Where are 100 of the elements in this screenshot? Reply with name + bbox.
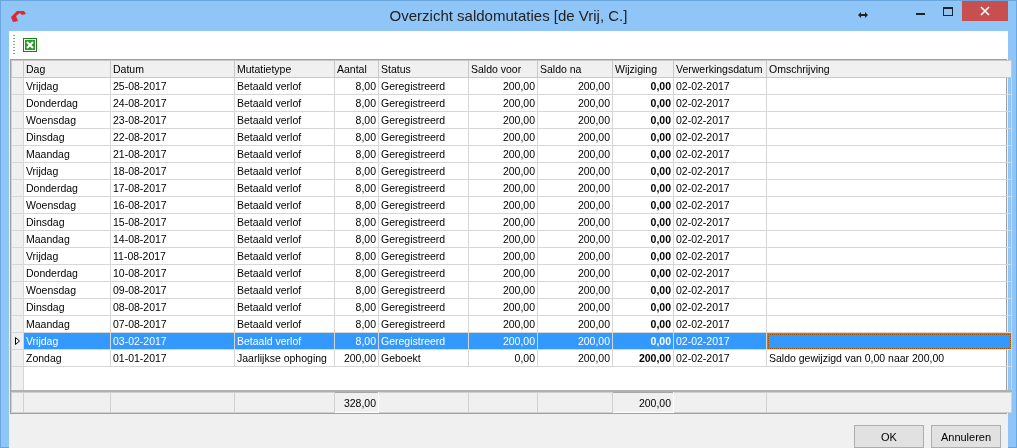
table-cell: 01-01-2017 bbox=[113, 352, 167, 364]
table-row[interactable]: Dinsdag 22-08-2017 Betaald verlof 8,00 Geregistreerd 200,00 200,00 0,00 02-02-2017 bbox=[11, 128, 1012, 146]
close-icon bbox=[980, 6, 990, 16]
table-cell: 02-02-2017 bbox=[676, 97, 730, 109]
table-cell: 0,00 bbox=[650, 131, 671, 143]
table-cell: 8,00 bbox=[355, 97, 376, 109]
table-cell: 8,00 bbox=[355, 131, 376, 143]
table-row[interactable]: Maandag 21-08-2017 Betaald verlof 8,00 Geregistreerd 200,00 200,00 0,00 02-02-2017 bbox=[11, 145, 1012, 163]
table-cell: Geregistreerd bbox=[381, 165, 446, 177]
table-cell: 8,00 bbox=[355, 284, 376, 296]
table-cell: 02-02-2017 bbox=[676, 114, 730, 126]
table-cell: Betaald verlof bbox=[237, 335, 302, 347]
table-cell: 02-02-2017 bbox=[676, 301, 730, 313]
table-cell: 200,00 bbox=[638, 352, 671, 364]
table-cell: Geregistreerd bbox=[381, 335, 446, 347]
column-header[interactable]: Saldo voor bbox=[468, 60, 538, 78]
table-cell: 200,00 bbox=[502, 148, 535, 160]
table-row[interactable]: Dinsdag 15-08-2017 Betaald verlof 8,00 Geregistreerd 200,00 200,00 0,00 02-02-2017 bbox=[11, 213, 1012, 231]
column-header[interactable]: Omschrijving bbox=[766, 60, 1012, 78]
table-cell: Betaald verlof bbox=[237, 80, 302, 92]
table-row[interactable]: Maandag 14-08-2017 Betaald verlof 8,00 Geregistreerd 200,00 200,00 0,00 02-02-2017 bbox=[11, 230, 1012, 248]
table-cell: 0,00 bbox=[650, 80, 671, 92]
table-cell: 0,00 bbox=[650, 165, 671, 177]
dialog-button[interactable]: Annuleren bbox=[931, 425, 1001, 448]
column-header[interactable]: Saldo na bbox=[537, 60, 613, 78]
dialog-button[interactable]: OK bbox=[854, 425, 924, 448]
table-cell: Geregistreerd bbox=[381, 250, 446, 262]
table-cell: 200,00 bbox=[577, 199, 610, 211]
table-cell: Geregistreerd bbox=[381, 80, 446, 92]
table-cell: 02-02-2017 bbox=[676, 335, 730, 347]
table-cell: 200,00 bbox=[502, 97, 535, 109]
table-cell: 200,00 bbox=[502, 233, 535, 245]
table-cell: 200,00 bbox=[577, 131, 610, 143]
table-cell: Maandag bbox=[26, 233, 70, 245]
table-cell: Betaald verlof bbox=[237, 233, 302, 245]
table-row[interactable]: Vrijdag 25-08-2017 Betaald verlof 8,00 Geregistreerd 200,00 200,00 0,00 02-02-2017 bbox=[11, 77, 1012, 95]
table-cell: 200,00 bbox=[502, 318, 535, 330]
table-cell: Betaald verlof bbox=[237, 114, 302, 126]
resize-arrows-icon[interactable] bbox=[858, 12, 868, 18]
table-cell: Betaald verlof bbox=[237, 250, 302, 262]
table-cell: 200,00 bbox=[577, 216, 610, 228]
table-row[interactable]: Zondag 01-01-2017 Jaarlijkse ophoging 200,00 Geboekt 0,00 200,00 200,00 02-02-2017 Saldo gewijzigd van 0,00 naar 200,00 bbox=[11, 349, 1012, 367]
table-cell: 23-08-2017 bbox=[113, 114, 167, 126]
table-row[interactable]: Donderdag 10-08-2017 Betaald verlof 8,00 Geregistreerd 200,00 200,00 0,00 02-02-2017 bbox=[11, 264, 1012, 282]
table-cell: 200,00 bbox=[502, 250, 535, 262]
table-row[interactable]: Woensdag 23-08-2017 Betaald verlof 8,00 Geregistreerd 200,00 200,00 0,00 02-02-2017 bbox=[11, 111, 1012, 129]
table-cell: 8,00 bbox=[355, 80, 376, 92]
table-cell: Dinsdag bbox=[26, 131, 65, 143]
table-cell: Donderdag bbox=[26, 182, 78, 194]
table-cell: 02-02-2017 bbox=[676, 233, 730, 245]
spreadsheet-export-icon[interactable] bbox=[23, 38, 37, 52]
column-header[interactable]: Dag bbox=[23, 60, 111, 78]
table-cell: 200,00 bbox=[343, 352, 376, 364]
table-row[interactable]: Donderdag 24-08-2017 Betaald verlof 8,00 Geregistreerd 200,00 200,00 0,00 02-02-2017 bbox=[11, 94, 1012, 112]
table-cell: Geregistreerd bbox=[381, 97, 446, 109]
table-row[interactable]: Woensdag 16-08-2017 Betaald verlof 8,00 Geregistreerd 200,00 200,00 0,00 02-02-2017 bbox=[11, 196, 1012, 214]
table-row[interactable]: Dinsdag 08-08-2017 Betaald verlof 8,00 Geregistreerd 200,00 200,00 0,00 02-02-2017 bbox=[11, 298, 1012, 316]
table-cell: 8,00 bbox=[355, 182, 376, 194]
table-cell: 02-02-2017 bbox=[676, 199, 730, 211]
table-cell: 200,00 bbox=[502, 301, 535, 313]
table-cell: 8,00 bbox=[355, 233, 376, 245]
column-header[interactable]: Datum bbox=[110, 60, 235, 78]
column-header[interactable]: Verwerkingsdatum bbox=[673, 60, 767, 78]
table-cell: 07-08-2017 bbox=[113, 318, 167, 330]
table-cell: 200,00 bbox=[577, 267, 610, 279]
table-cell: Geregistreerd bbox=[381, 148, 446, 160]
table-cell: 02-02-2017 bbox=[676, 318, 730, 330]
table-row[interactable]: Donderdag 17-08-2017 Betaald verlof 8,00 Geregistreerd 200,00 200,00 0,00 02-02-2017 bbox=[11, 179, 1012, 197]
table-cell: 22-08-2017 bbox=[113, 131, 167, 143]
table-cell: Zondag bbox=[26, 352, 62, 364]
table-row[interactable]: Woensdag 09-08-2017 Betaald verlof 8,00 Geregistreerd 200,00 200,00 0,00 02-02-2017 bbox=[11, 281, 1012, 299]
table-cell: 09-08-2017 bbox=[113, 284, 167, 296]
table-cell: 0,00 bbox=[650, 267, 671, 279]
table-cell: Vrijdag bbox=[26, 335, 59, 347]
table-cell: 0,00 bbox=[650, 199, 671, 211]
table-row[interactable]: Vrijdag 18-08-2017 Betaald verlof 8,00 Geregistreerd 200,00 200,00 0,00 02-02-2017 bbox=[11, 162, 1012, 180]
table-cell: Betaald verlof bbox=[237, 165, 302, 177]
table-cell: Betaald verlof bbox=[237, 267, 302, 279]
table-cell: Maandag bbox=[26, 148, 70, 160]
table-cell: Saldo gewijzigd van 0,00 naar 200,00 bbox=[769, 352, 945, 364]
table-cell: Geregistreerd bbox=[381, 182, 446, 194]
table-cell: 200,00 bbox=[577, 114, 610, 126]
table-cell: 200,00 bbox=[502, 199, 535, 211]
table-row[interactable]: Maandag 07-08-2017 Betaald verlof 8,00 Geregistreerd 200,00 200,00 0,00 02-02-2017 bbox=[11, 315, 1012, 333]
column-header[interactable]: Status bbox=[378, 60, 469, 78]
table-cell: 0,00 bbox=[650, 233, 671, 245]
column-header[interactable]: Mutatietype bbox=[234, 60, 335, 78]
table-cell: 200,00 bbox=[577, 233, 610, 245]
table-cell: 200,00 bbox=[577, 97, 610, 109]
table-cell: Maandag bbox=[26, 318, 70, 330]
table-row[interactable]: Vrijdag 11-08-2017 Betaald verlof 8,00 Geregistreerd 200,00 200,00 0,00 02-02-2017 bbox=[11, 247, 1012, 265]
column-header[interactable]: Wijziging bbox=[612, 60, 674, 78]
column-header[interactable]: Aantal bbox=[334, 60, 379, 78]
table-cell: Betaald verlof bbox=[237, 97, 302, 109]
table-cell: Vrijdag bbox=[26, 80, 59, 92]
table-cell: Woensdag bbox=[26, 284, 76, 296]
table-cell: Geregistreerd bbox=[381, 318, 446, 330]
table-cell: 200,00 bbox=[577, 148, 610, 160]
table-cell: 02-02-2017 bbox=[676, 148, 730, 160]
table-cell: 25-08-2017 bbox=[113, 80, 167, 92]
